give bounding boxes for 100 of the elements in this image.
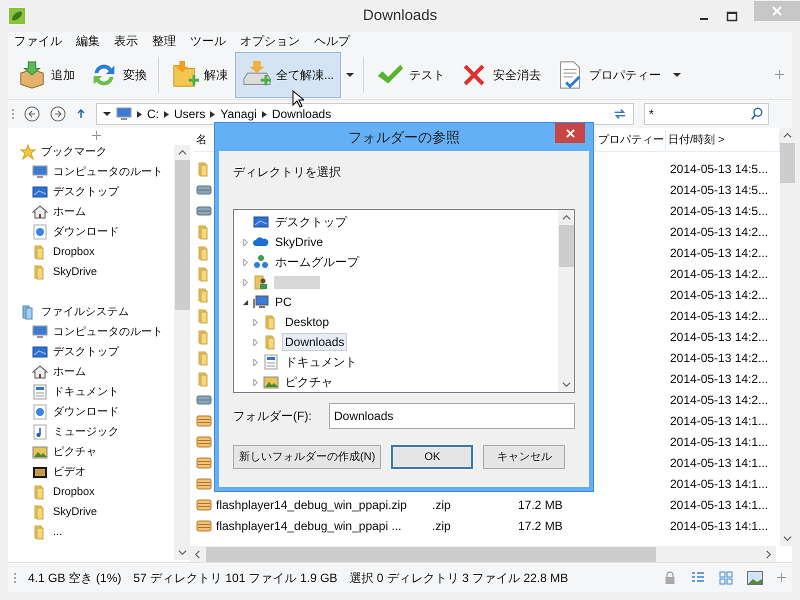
tree-item[interactable]: ホームグループ	[272, 253, 362, 271]
menu-item[interactable]: オプション	[240, 32, 300, 50]
scroll-up-icon[interactable]	[562, 213, 570, 222]
toolbar-button[interactable]: テスト	[368, 52, 452, 98]
sidebar-item[interactable]: ...	[53, 524, 62, 540]
folder-tree[interactable]: デスクトップ SkyDrive ホームグループ PC Desktop Downloads ドキュメント ピクチャ	[233, 209, 575, 393]
toolbar-button[interactable]: 変換	[82, 52, 154, 98]
scroll-down-icon[interactable]	[562, 380, 570, 389]
tree-item[interactable]: SkyDrive	[272, 233, 326, 251]
expand-icon[interactable]	[252, 358, 259, 366]
address-bar[interactable]: C: Users Yanagi Downloads	[96, 103, 634, 125]
maximize-icon[interactable]	[726, 10, 738, 22]
toolbar-button[interactable]: 解凍	[163, 52, 235, 98]
scroll-up-icon[interactable]	[178, 148, 186, 157]
sidebar-item[interactable]: Dropbox	[53, 484, 95, 500]
add-icon[interactable]	[777, 573, 786, 582]
sidebar-item[interactable]: ドキュメント	[53, 384, 119, 400]
forward-icon[interactable]	[50, 106, 66, 122]
tree-item[interactable]: PC	[272, 293, 295, 311]
scrollbar[interactable]	[190, 546, 776, 562]
add-icon[interactable]	[775, 70, 784, 79]
folder-field[interactable]: Downloads	[329, 403, 575, 429]
sidebar-item[interactable]: ホーム	[53, 204, 86, 220]
scrollbar[interactable]	[174, 145, 190, 560]
sidebar-item[interactable]: SkyDrive	[53, 504, 98, 520]
menu-item[interactable]: 整理	[152, 32, 176, 50]
expanded-icon[interactable]	[242, 298, 249, 306]
monitor-icon	[116, 106, 132, 122]
scroll-left-icon[interactable]	[193, 550, 202, 558]
expand-icon[interactable]	[252, 318, 259, 326]
expand-icon[interactable]	[252, 338, 259, 346]
menu-item[interactable]: 表示	[114, 32, 138, 50]
scroll-down-icon[interactable]	[783, 534, 792, 543]
tree-item[interactable]: Desktop	[282, 313, 332, 331]
breadcrumb-item[interactable]: Yanagi	[220, 105, 257, 123]
list-view-icon[interactable]	[691, 570, 705, 584]
sidebar-item[interactable]: ダウンロード	[53, 404, 119, 420]
column-header[interactable]: 日付/時刻 >	[668, 132, 725, 149]
menu-item[interactable]: 編集	[76, 32, 100, 50]
star-icon	[20, 144, 36, 160]
sidebar-item[interactable]: ビデオ	[53, 464, 86, 480]
field-label: フォルダー(F):	[233, 408, 313, 425]
sidebar-group[interactable]: ブックマーク	[41, 144, 107, 160]
up-icon[interactable]	[76, 109, 86, 119]
back-icon[interactable]	[24, 106, 40, 122]
refresh-icon[interactable]	[613, 107, 627, 121]
sidebar-item[interactable]: デスクトップ	[53, 344, 119, 360]
scrollbar[interactable]	[780, 128, 795, 546]
scroll-thumb[interactable]	[780, 143, 795, 183]
menu-item[interactable]: ファイル	[14, 32, 62, 50]
tree-item[interactable]: ピクチャ	[282, 373, 336, 391]
toolbar-button[interactable]: 安全消去	[452, 52, 548, 98]
close-button[interactable]	[555, 123, 585, 143]
dialog-button[interactable]: キャンセル	[483, 445, 566, 469]
menu-item[interactable]: ヘルプ	[314, 32, 350, 50]
sidebar-item[interactable]: SkyDrive	[53, 264, 98, 280]
scrollbar[interactable]	[558, 210, 574, 392]
tree-item[interactable]: Downloads	[282, 333, 348, 351]
scroll-thumb[interactable]	[174, 160, 190, 310]
image-view-icon[interactable]	[747, 570, 763, 584]
music-note-icon	[32, 424, 48, 440]
expand-icon[interactable]	[242, 278, 249, 286]
sidebar-item[interactable]: Dropbox	[53, 244, 95, 260]
dialog-button[interactable]: OK	[391, 445, 474, 469]
sidebar-group[interactable]: ファイルシステム	[41, 304, 129, 320]
breadcrumb-item[interactable]: C:	[147, 105, 159, 123]
sidebar-item[interactable]: ピクチャ	[53, 444, 97, 460]
toolbar-button[interactable]: 追加	[10, 52, 82, 98]
grid-view-icon[interactable]	[719, 570, 733, 584]
scroll-down-icon[interactable]	[178, 548, 186, 557]
toolbar-button[interactable]: プロパティー	[548, 52, 668, 98]
scroll-thumb[interactable]	[206, 546, 656, 562]
sidebar-item[interactable]: コンピュータのルート	[53, 164, 163, 180]
column-header[interactable]: プロパティー	[598, 132, 664, 149]
file-name[interactable]: flashplayer14_debug_win_ppapi.zip	[216, 496, 407, 514]
sidebar-item[interactable]: コンピュータのルート	[53, 324, 163, 340]
sidebar-item[interactable]: デスクトップ	[53, 184, 119, 200]
scroll-thumb[interactable]	[558, 225, 574, 267]
sidebar-item[interactable]: ミュージック	[53, 424, 119, 440]
expand-icon[interactable]	[242, 238, 249, 246]
dialog-button[interactable]: 新しいフォルダーの作成(N)	[233, 445, 382, 469]
column-header[interactable]: 名	[196, 132, 207, 149]
scroll-up-icon[interactable]	[783, 131, 792, 140]
search-icon[interactable]	[750, 107, 764, 121]
scroll-right-icon[interactable]	[764, 550, 773, 558]
search-field[interactable]: *	[644, 103, 769, 125]
menu-item[interactable]: ツール	[190, 32, 226, 50]
tree-item[interactable]: デスクトップ	[272, 213, 350, 231]
expand-icon[interactable]	[252, 378, 259, 386]
add-icon[interactable]	[92, 131, 100, 140]
sidebar-item[interactable]: ホーム	[53, 364, 86, 380]
expand-icon[interactable]	[242, 258, 249, 266]
file-name[interactable]: flashplayer14_debug_win_ppapi ...	[216, 516, 402, 534]
sidebar-item[interactable]: ダウンロード	[53, 224, 119, 240]
lock-icon[interactable]	[663, 570, 677, 584]
breadcrumb-item[interactable]: Users	[174, 105, 206, 123]
tree-item[interactable]: ドキュメント	[282, 353, 360, 371]
toolbar-button[interactable]: 全て解凍...	[235, 52, 342, 98]
breadcrumb-item[interactable]: Downloads	[272, 105, 332, 123]
table-cell-text: 2014-05-13 14:2...	[669, 392, 768, 408]
